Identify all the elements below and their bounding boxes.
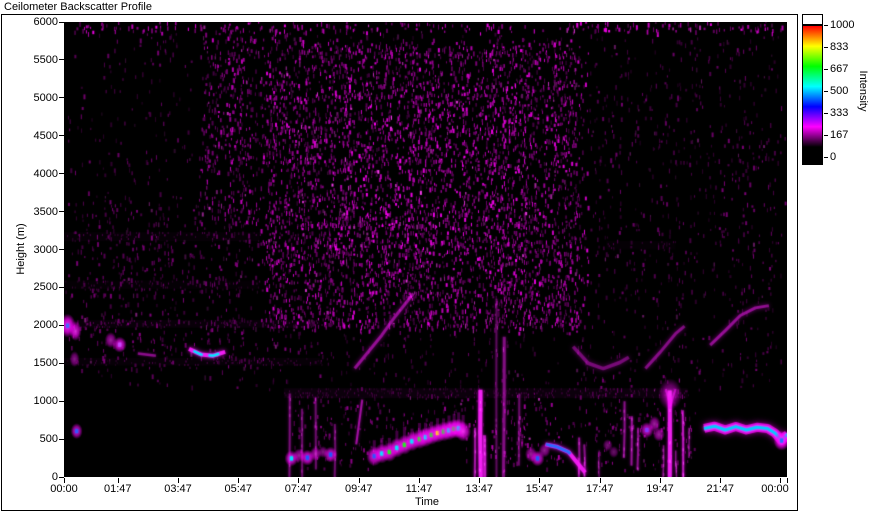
y-tick-label: 1000	[33, 395, 58, 408]
x-tick-label: 00:00	[761, 483, 789, 495]
x-tick-label: 05:47	[224, 483, 252, 495]
y-tick-label: 3500	[33, 205, 58, 218]
colorbar-over-range-swatch	[803, 15, 822, 24]
x-tick-label: 07:47	[284, 483, 313, 495]
colorbar-tick-mark	[824, 134, 828, 136]
colorbar-tick-mark	[824, 68, 828, 70]
colorbar-gradient	[803, 26, 822, 147]
x-tick-label: 01:47	[103, 483, 132, 495]
colorbar-tick-label: 167	[830, 129, 849, 141]
colorbar-under-range-swatch	[803, 147, 822, 164]
colorbar-tick-mark	[824, 156, 828, 158]
colorbar-tick-label: 0	[830, 151, 837, 163]
y-tick-label: 6000	[33, 16, 58, 28]
colorbar[interactable]	[802, 14, 823, 165]
colorbar-tick-label: 1000	[830, 19, 855, 31]
colorbar-tick-label: 833	[830, 41, 849, 53]
y-tick-label: 4500	[33, 129, 58, 142]
y-tick-label: 0	[51, 471, 58, 483]
y-tick-label: 3000	[33, 243, 58, 256]
x-tick-label: 19:47	[646, 483, 674, 495]
y-tick-label: 5500	[33, 53, 58, 66]
y-tick-label: 1500	[33, 357, 58, 370]
heatmap-plot[interactable]	[64, 22, 787, 477]
x-tick-label: 03:47	[164, 483, 192, 495]
colorbar-tick-mark	[824, 90, 828, 92]
x-tick-label: 21:47	[706, 483, 734, 495]
colorbar-title: Intensity	[857, 70, 869, 112]
y-tick-label: 500	[39, 433, 58, 446]
x-tick-label: 09:47	[344, 483, 373, 495]
x-axis-title: Time	[414, 496, 440, 508]
y-tick-label: 5000	[33, 91, 58, 104]
x-tick-label: 11:47	[405, 483, 433, 495]
y-tick-label: 2500	[33, 281, 58, 294]
colorbar-tick-mark	[824, 46, 828, 48]
colorbar-tick-mark	[824, 112, 828, 114]
x-tick-label: 17:47	[585, 483, 614, 495]
y-tick-label: 4000	[33, 167, 58, 180]
y-tick-label: 2000	[33, 319, 58, 332]
page-title: Ceilometer Backscatter Profile	[4, 1, 152, 13]
x-tick-label: 15:47	[525, 483, 554, 495]
x-tick-label: 13:47	[465, 483, 493, 495]
x-tick-label: 00:00	[50, 483, 78, 495]
colorbar-tick-mark	[824, 24, 828, 26]
